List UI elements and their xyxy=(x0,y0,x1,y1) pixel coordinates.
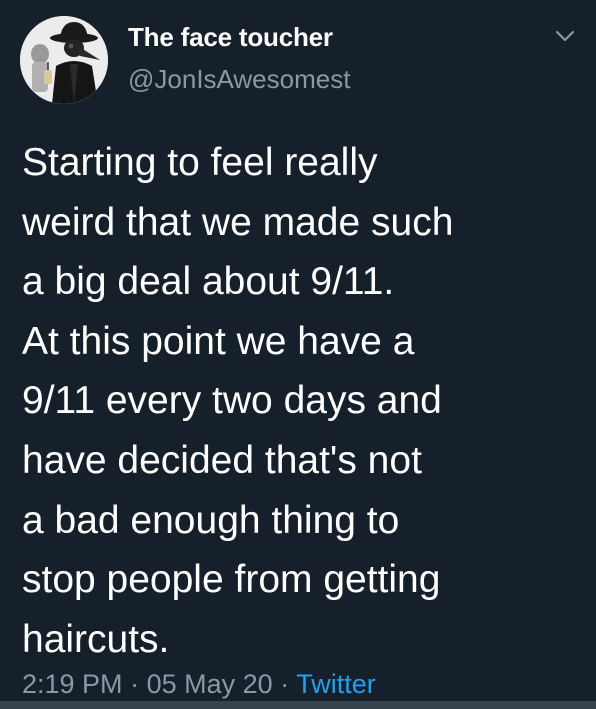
tweet-text-line: a big deal about 9/11. xyxy=(22,260,395,304)
user-handle[interactable]: @JonIsAwesomest xyxy=(128,64,350,95)
meta-separator: · xyxy=(130,669,140,699)
tweet-time[interactable]: 2:19 PM xyxy=(22,669,123,699)
avatar[interactable] xyxy=(20,16,108,104)
chevron-down-icon[interactable] xyxy=(554,28,576,44)
display-name[interactable]: The face toucher xyxy=(128,22,333,53)
profile-photo-icon xyxy=(20,16,108,104)
tweet-text-line: stop people from getting xyxy=(22,558,441,602)
tweet-source-link[interactable]: Twitter xyxy=(296,669,376,699)
meta-separator: · xyxy=(280,669,290,699)
tweet-text-line: haircuts. xyxy=(22,617,170,661)
divider xyxy=(0,701,596,709)
tweet-meta: 2:19 PM · 05 May 20 · Twitter xyxy=(22,669,376,700)
tweet-text-line: At this point we have a xyxy=(22,319,415,363)
tweet-text: Starting to feel really weird that we ma… xyxy=(22,133,582,669)
tweet-text-line: Starting to feel really xyxy=(22,141,378,184)
tweet-card: The face toucher @JonIsAwesomest Startin… xyxy=(0,0,596,709)
tweet-text-line: a bad enough thing to xyxy=(22,498,400,542)
tweet-text-line: weird that we made such xyxy=(22,200,454,244)
tweet-text-line: 9/11 every two days and xyxy=(22,379,442,423)
tweet-text-line: have decided that's not xyxy=(22,438,422,482)
tweet-date[interactable]: 05 May 20 xyxy=(147,669,273,699)
